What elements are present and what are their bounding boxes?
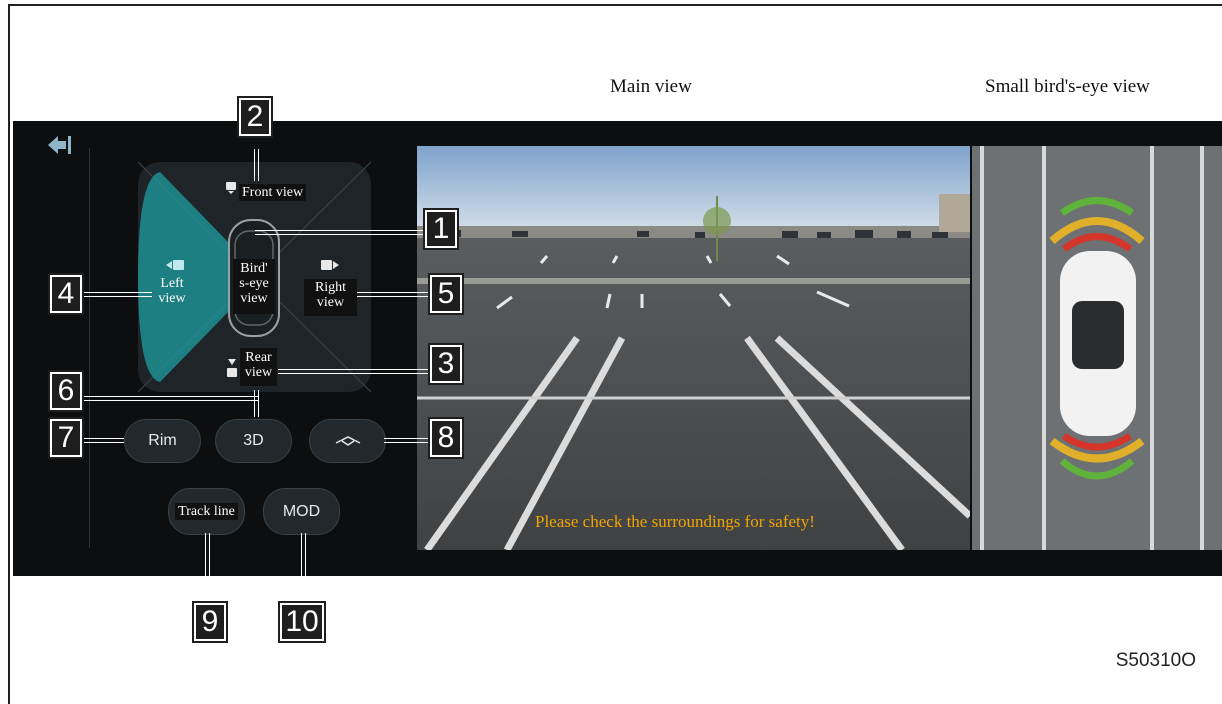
callout-7-leader	[84, 438, 124, 443]
callout-8: 8	[428, 417, 464, 459]
main-camera-view	[417, 146, 970, 550]
callout-6-leader-h	[84, 396, 259, 401]
birdseye-line-2: s-eye	[239, 276, 269, 291]
rear-view-label[interactable]: Rear view	[240, 348, 277, 386]
rim-button[interactable]: Rim	[124, 419, 201, 463]
rear-view-line-2: view	[244, 365, 273, 380]
callout-6-leader-v	[254, 390, 259, 417]
right-view-line-1: Right	[314, 280, 347, 295]
callout-9: 9	[192, 601, 228, 643]
front-camera-icon	[226, 182, 236, 194]
right-view-line-2: view	[316, 295, 345, 310]
small-birdseye-camera-view	[972, 146, 1222, 550]
track-line-label: Track line	[175, 503, 238, 520]
callout-4: 4	[48, 273, 84, 315]
right-camera-icon	[321, 260, 339, 270]
callout-10-leader	[301, 533, 306, 605]
callout-3-leader	[278, 369, 442, 374]
callout-4-leader	[84, 292, 152, 297]
callout-6: 6	[48, 370, 84, 412]
callout-1: 1	[423, 208, 459, 250]
safety-warning: Please check the surroundings for safety…	[535, 512, 815, 531]
parking-lot-scene	[417, 146, 970, 550]
callout-2-leader	[254, 149, 259, 181]
callout-7: 7	[48, 417, 84, 459]
mod-button[interactable]: MOD	[263, 488, 340, 535]
3d-button[interactable]: 3D	[215, 419, 292, 463]
rear-view-line-1: Rear	[245, 350, 272, 365]
birdseye-line-3: view	[240, 291, 268, 306]
callout-10: 10	[278, 601, 326, 643]
callout-5: 5	[428, 273, 464, 315]
callout-9-leader	[205, 533, 210, 605]
back-icon[interactable]	[46, 132, 74, 158]
rear-camera-icon	[227, 359, 237, 377]
track-line-button[interactable]: Track line	[168, 488, 245, 535]
left-camera-icon	[166, 260, 184, 270]
callout-2: 2	[237, 96, 273, 138]
left-view-line-1: Left	[160, 276, 184, 291]
left-view-label[interactable]: Left view	[152, 276, 192, 306]
sidebar-divider	[89, 148, 90, 548]
callout-8-leader	[384, 438, 432, 443]
figure-code: S50310O	[1115, 650, 1196, 671]
view-angle-icon	[335, 436, 360, 446]
birdseye-line-1: Bird'	[240, 261, 268, 276]
right-view-label[interactable]: Right view	[304, 279, 357, 316]
birdseye-scene	[972, 146, 1222, 550]
callout-1-leader	[255, 230, 430, 235]
callout-3: 3	[428, 343, 464, 385]
birdseye-view-label[interactable]: Bird' s-eye view	[233, 259, 275, 314]
front-view-label[interactable]: Front view	[239, 184, 307, 201]
left-view-line-2: view	[158, 291, 186, 306]
main-view-label: Main view	[610, 76, 692, 97]
view-angle-button[interactable]	[309, 419, 386, 463]
callout-5-leader	[357, 292, 430, 297]
small-birdseye-view-label: Small bird's-eye view	[985, 76, 1150, 97]
